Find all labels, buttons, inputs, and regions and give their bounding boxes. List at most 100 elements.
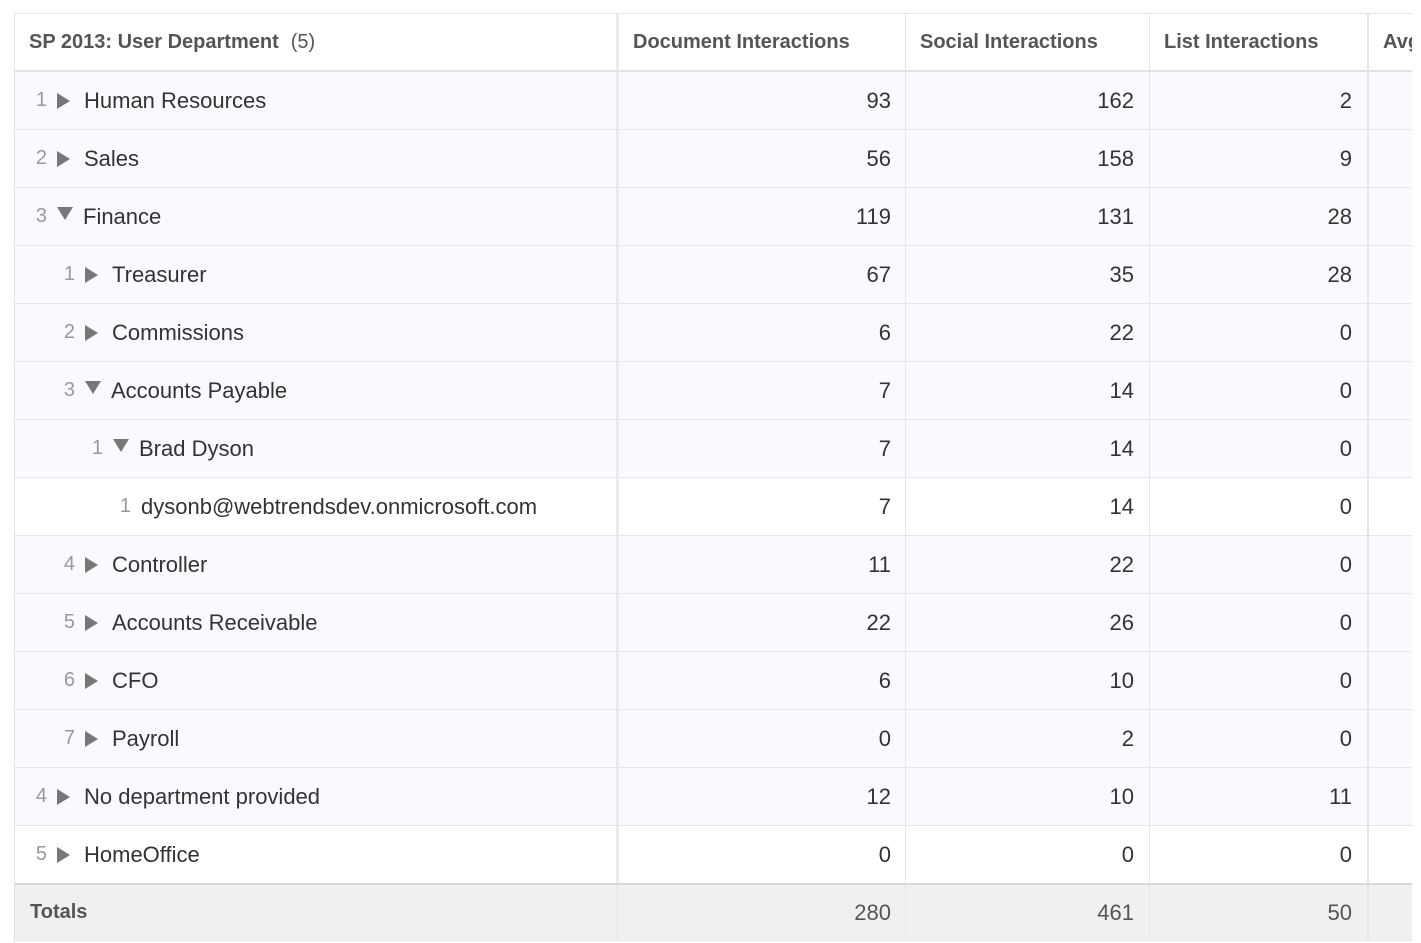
row-index: 4 [35, 785, 47, 807]
table-row[interactable]: 3 Finance 119 131 28 [15, 188, 1412, 246]
avg-cell [1367, 130, 1412, 187]
row-index: 5 [35, 843, 47, 865]
row-label-cell: 4 No department provided [15, 768, 616, 825]
list-interactions-value: 0 [1339, 377, 1352, 403]
document-interactions-column-header[interactable]: Document Interactions [616, 14, 905, 70]
expand-arrow-icon[interactable] [85, 266, 98, 283]
list-interactions-column-header[interactable]: List Interactions [1149, 14, 1367, 70]
social-interactions-value: 14 [1109, 435, 1134, 461]
row-label: Brad Dyson [139, 435, 254, 461]
document-interactions-value: 56 [866, 145, 891, 171]
list-interactions-cell: 28 [1149, 246, 1367, 303]
table-row[interactable]: 1 Brad Dyson 7 14 0 [15, 420, 1412, 478]
row-label: dysonb@webtrendsdev.onmicrosoft.com [141, 493, 538, 519]
document-interactions-cell: 11 [616, 536, 905, 593]
collapse-arrow-icon[interactable] [57, 207, 73, 220]
avg-cell [1367, 652, 1412, 709]
social-interactions-value: 14 [1109, 493, 1134, 519]
table-row[interactable]: 2 Commissions 6 22 0 [15, 304, 1412, 362]
table-row[interactable]: 7 Payroll 0 2 0 [15, 710, 1412, 768]
table-row[interactable]: 6 CFO 6 10 0 [15, 652, 1412, 710]
document-interactions-value: 22 [866, 609, 891, 635]
list-interactions-cell: 0 [1149, 594, 1367, 651]
table-row[interactable]: 2 Sales 56 158 9 [15, 130, 1412, 188]
row-index: 5 [63, 611, 75, 633]
expand-arrow-icon[interactable] [85, 672, 98, 689]
row-label: Human Resources [84, 87, 267, 113]
dimension-count: (5) [290, 30, 316, 53]
list-interactions-cell: 2 [1149, 72, 1367, 129]
document-interactions-cell: 6 [616, 652, 905, 709]
avg-cell [1367, 594, 1412, 651]
social-interactions-value: 131 [1097, 203, 1134, 229]
row-index: 2 [35, 147, 47, 169]
avg-cell [1367, 826, 1412, 883]
collapse-arrow-icon[interactable] [85, 381, 101, 394]
avg-total-cell [1367, 885, 1412, 940]
document-interactions-value: 0 [878, 725, 891, 751]
dimension-column-header[interactable]: SP 2013: User Department (5) [15, 14, 616, 70]
avg-cell [1367, 536, 1412, 593]
social-interactions-cell: 14 [905, 478, 1149, 535]
avg-cell [1367, 304, 1412, 361]
row-label-cell: 1 Brad Dyson [15, 420, 616, 477]
document-interactions-cell: 12 [616, 768, 905, 825]
social-interactions-value: 26 [1109, 609, 1134, 635]
document-interactions-cell: 93 [616, 72, 905, 129]
row-label-cell: 4 Controller [15, 536, 616, 593]
collapse-arrow-icon[interactable] [113, 439, 129, 452]
row-label-cell: 5 Accounts Receivable [15, 594, 616, 651]
social-interactions-cell: 0 [905, 826, 1149, 883]
expand-arrow-icon[interactable] [85, 324, 98, 341]
table-row[interactable]: 5 Accounts Receivable 22 26 0 [15, 594, 1412, 652]
row-label-cell: 3 Finance [15, 188, 616, 245]
row-label: No department provided [84, 783, 321, 809]
avg-column-header[interactable]: Avg [1367, 14, 1412, 70]
row-label-cell: 2 Commissions [15, 304, 616, 361]
social-interactions-cell: 131 [905, 188, 1149, 245]
social-interactions-cell: 35 [905, 246, 1149, 303]
social-interactions-cell: 26 [905, 594, 1149, 651]
list-interactions-cell: 0 [1149, 710, 1367, 767]
social-interactions-cell: 10 [905, 768, 1149, 825]
table-row[interactable]: 4 Controller 11 22 0 [15, 536, 1412, 594]
document-interactions-value: 67 [866, 261, 891, 287]
avg-cell [1367, 72, 1412, 129]
table-row[interactable]: 1 dysonb@webtrendsdev.onmicrosoft.com 7 … [15, 478, 1412, 536]
expand-arrow-icon[interactable] [57, 846, 70, 863]
social-interactions-value: 14 [1109, 377, 1134, 403]
totals-label: Totals [30, 901, 88, 923]
row-index: 3 [35, 205, 47, 227]
expand-arrow-icon[interactable] [85, 556, 98, 573]
table-row[interactable]: 3 Accounts Payable 7 14 0 [15, 362, 1412, 420]
document-interactions-cell: 119 [616, 188, 905, 245]
expand-arrow-icon[interactable] [57, 788, 70, 805]
list-interactions-total: 50 [1327, 899, 1352, 925]
list-interactions-value: 0 [1339, 841, 1352, 867]
social-interactions-total: 461 [1097, 899, 1134, 925]
document-interactions-value: 12 [866, 783, 891, 809]
list-interactions-cell: 0 [1149, 536, 1367, 593]
expand-arrow-icon[interactable] [85, 614, 98, 631]
social-interactions-value: 0 [1121, 841, 1134, 867]
row-label: Accounts Receivable [112, 609, 318, 635]
table-row[interactable]: 1 Treasurer 67 35 28 [15, 246, 1412, 304]
row-index: 7 [63, 727, 75, 749]
list-interactions-cell: 0 [1149, 304, 1367, 361]
row-index: 1 [119, 495, 131, 517]
list-interactions-cell: 9 [1149, 130, 1367, 187]
row-label: HomeOffice [84, 841, 200, 867]
table-row[interactable]: 1 Human Resources 93 162 2 [15, 72, 1412, 130]
table-row[interactable]: 4 No department provided 12 10 11 [15, 768, 1412, 826]
row-label-cell: 5 HomeOffice [15, 826, 616, 883]
expand-arrow-icon[interactable] [57, 92, 70, 109]
expand-arrow-icon[interactable] [85, 730, 98, 747]
row-index: 1 [63, 263, 75, 285]
row-index: 6 [63, 669, 75, 691]
table-row[interactable]: 5 HomeOffice 0 0 0 [15, 826, 1412, 884]
social-interactions-value: 35 [1109, 261, 1134, 287]
social-interactions-cell: 10 [905, 652, 1149, 709]
social-interactions-value: 10 [1109, 667, 1134, 693]
expand-arrow-icon[interactable] [57, 150, 70, 167]
social-interactions-column-header[interactable]: Social Interactions [905, 14, 1149, 70]
